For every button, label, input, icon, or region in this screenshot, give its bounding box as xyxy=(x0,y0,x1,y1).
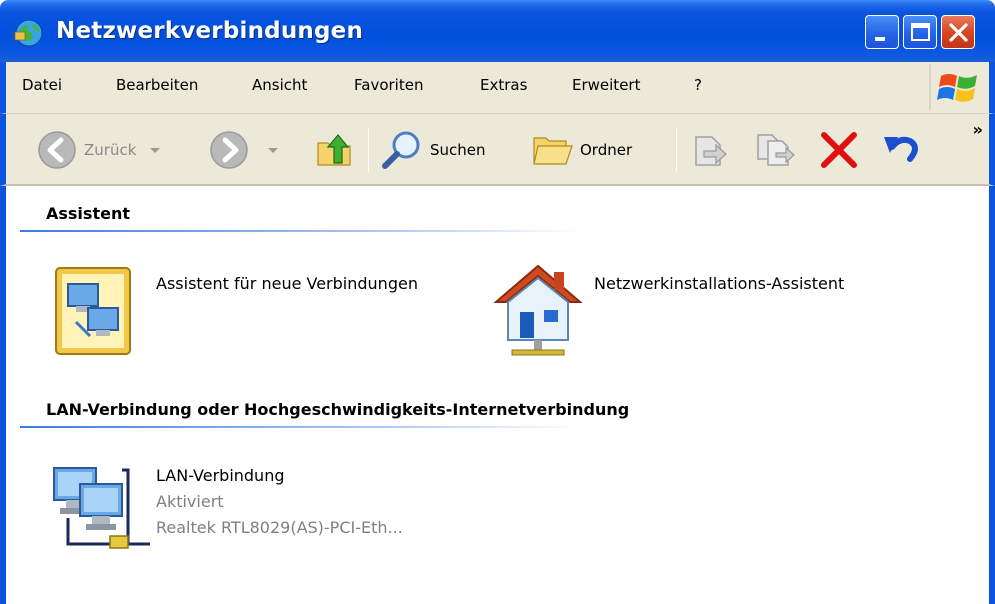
copy-to-icon xyxy=(757,134,795,166)
back-dropdown-icon[interactable] xyxy=(146,143,164,157)
menu-divider xyxy=(929,64,931,110)
folder-icon xyxy=(533,137,573,165)
lan-connection-label: LAN-Verbindung xyxy=(156,466,285,485)
menu-help[interactable]: ? xyxy=(694,76,702,94)
move-to-icon xyxy=(695,136,727,166)
lan-connection-device: Realtek RTL8029(AS)-PCI-Eth... xyxy=(156,518,403,537)
menu-erweitert[interactable]: Erweitert xyxy=(572,76,640,94)
undo-icon xyxy=(884,136,918,162)
forward-arrow-icon xyxy=(210,131,248,169)
minimize-icon xyxy=(875,37,885,41)
undo-button[interactable] xyxy=(880,128,924,172)
toolbar-separator xyxy=(368,128,369,172)
toolbar: Zurück Suchen Ordner » xyxy=(0,114,995,186)
toolbar-overflow-chevron[interactable]: » xyxy=(973,120,983,139)
group-title-lan: LAN-Verbindung oder Hochgeschwindigkeits… xyxy=(46,400,630,419)
group-title-assistent: Assistent xyxy=(46,204,130,223)
folders-label: Ordner xyxy=(580,141,633,159)
back-arrow-icon xyxy=(38,131,76,169)
forward-dropdown-icon[interactable] xyxy=(264,143,282,157)
menu-favoriten[interactable]: Favoriten xyxy=(354,76,423,94)
copy-to-button[interactable] xyxy=(754,128,798,172)
menu-extras[interactable]: Extras xyxy=(480,76,527,94)
menu-bar: Datei Bearbeiten Ansicht Favoriten Extra… xyxy=(0,62,995,114)
group-divider xyxy=(20,426,580,428)
move-to-button[interactable] xyxy=(690,128,732,172)
search-label: Suchen xyxy=(430,141,486,159)
forward-button[interactable] xyxy=(208,128,282,172)
folder-up-button[interactable] xyxy=(314,128,356,172)
search-icon xyxy=(382,131,420,169)
delete-icon xyxy=(821,132,857,168)
maximize-icon xyxy=(911,23,930,41)
menu-bearbeiten[interactable]: Bearbeiten xyxy=(116,76,198,94)
folder-up-icon xyxy=(317,134,351,166)
back-label: Zurück xyxy=(84,141,137,159)
windows-logo-icon xyxy=(937,74,977,102)
window-title: Netzwerkverbindungen xyxy=(56,18,364,44)
network-setup-wizard-icon xyxy=(493,264,583,356)
folders-button[interactable]: Ordner xyxy=(530,128,632,172)
title-bar[interactable]: Netzwerkverbindungen xyxy=(0,0,995,62)
new-connection-wizard-icon xyxy=(55,267,131,355)
toolbar-separator xyxy=(676,128,677,172)
content-pane: Assistent Assistent für neue Verbindunge… xyxy=(0,186,995,604)
menu-datei[interactable]: Datei xyxy=(22,76,62,94)
network-setup-wizard-label: Netzwerkinstallations-Assistent xyxy=(594,274,845,293)
delete-button[interactable] xyxy=(818,128,860,172)
new-connection-wizard-label: Assistent für neue Verbindungen xyxy=(156,274,418,293)
group-divider xyxy=(20,230,580,232)
close-icon xyxy=(949,23,968,42)
network-connections-icon xyxy=(14,19,43,47)
lan-connection-status: Aktiviert xyxy=(156,492,224,511)
maximize-button[interactable] xyxy=(903,15,937,49)
lan-connection-icon xyxy=(53,467,150,549)
minimize-button[interactable] xyxy=(865,15,899,49)
search-button[interactable]: Suchen xyxy=(380,128,486,172)
back-button[interactable]: Zurück xyxy=(36,128,164,172)
menu-ansicht[interactable]: Ansicht xyxy=(252,76,307,94)
close-button[interactable] xyxy=(941,15,975,49)
